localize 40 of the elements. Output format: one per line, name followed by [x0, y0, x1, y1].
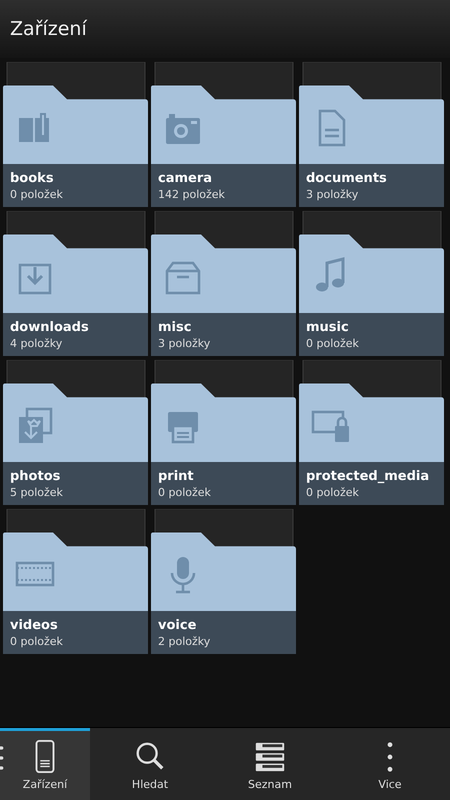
item-count: 5 položek — [10, 486, 64, 498]
item-count: 3 položky — [158, 336, 212, 350]
more-icon — [387, 740, 393, 774]
folder-name: photos — [10, 468, 62, 484]
item-count: 2 položky — [158, 634, 212, 648]
folder-name: print — [158, 468, 195, 484]
folder-tile[interactable]: photos 5 položek — [3, 360, 148, 505]
folder-name: downloads — [10, 320, 90, 334]
item-count: 0 položek — [306, 486, 360, 498]
folder-name: protected_media — [306, 468, 430, 484]
folder-tile[interactable]: books 0 položek — [3, 62, 148, 207]
folder-tile[interactable]: videos 0 položek — [3, 509, 148, 654]
folder-name: misc — [158, 320, 192, 334]
folder-name: camera — [158, 170, 214, 186]
folder-tile[interactable]: misc 3 položky — [151, 211, 296, 356]
folder-tile[interactable]: music 0 položek — [299, 211, 444, 356]
tab[interactable]: Seznam — [210, 728, 330, 800]
folder-tile[interactable]: voice 2 položky — [151, 509, 296, 654]
folder-tile[interactable]: protected_media 0 položek — [299, 360, 444, 505]
folder-tile[interactable]: print 0 položek — [151, 360, 296, 505]
item-count: 0 položek — [158, 486, 212, 498]
item-count: 0 položek — [306, 336, 360, 350]
item-count: 0 položek — [10, 634, 64, 648]
folder-name: books — [10, 170, 55, 186]
folder-tile[interactable]: downloads 4 položky — [3, 211, 148, 356]
item-count: 0 položek — [10, 188, 64, 200]
item-count: 3 položky — [306, 188, 360, 200]
list-icon — [253, 740, 287, 774]
tab[interactable]: Hledat — [90, 728, 210, 800]
tab[interactable]: Zařízení — [0, 728, 90, 800]
tab[interactable]: Vice — [330, 728, 450, 800]
item-count: 4 položky — [10, 336, 64, 350]
folder-name: documents — [306, 170, 388, 186]
folder-name: voice — [158, 618, 198, 632]
folder-name: music — [306, 320, 350, 334]
item-count: 142 položek — [158, 188, 226, 200]
folder-tile[interactable]: documents 3 položky — [299, 62, 444, 207]
folder-name: videos — [10, 618, 59, 632]
page-title: Zařízení — [10, 18, 87, 40]
folder-tile[interactable]: camera 142 položek — [151, 62, 296, 207]
